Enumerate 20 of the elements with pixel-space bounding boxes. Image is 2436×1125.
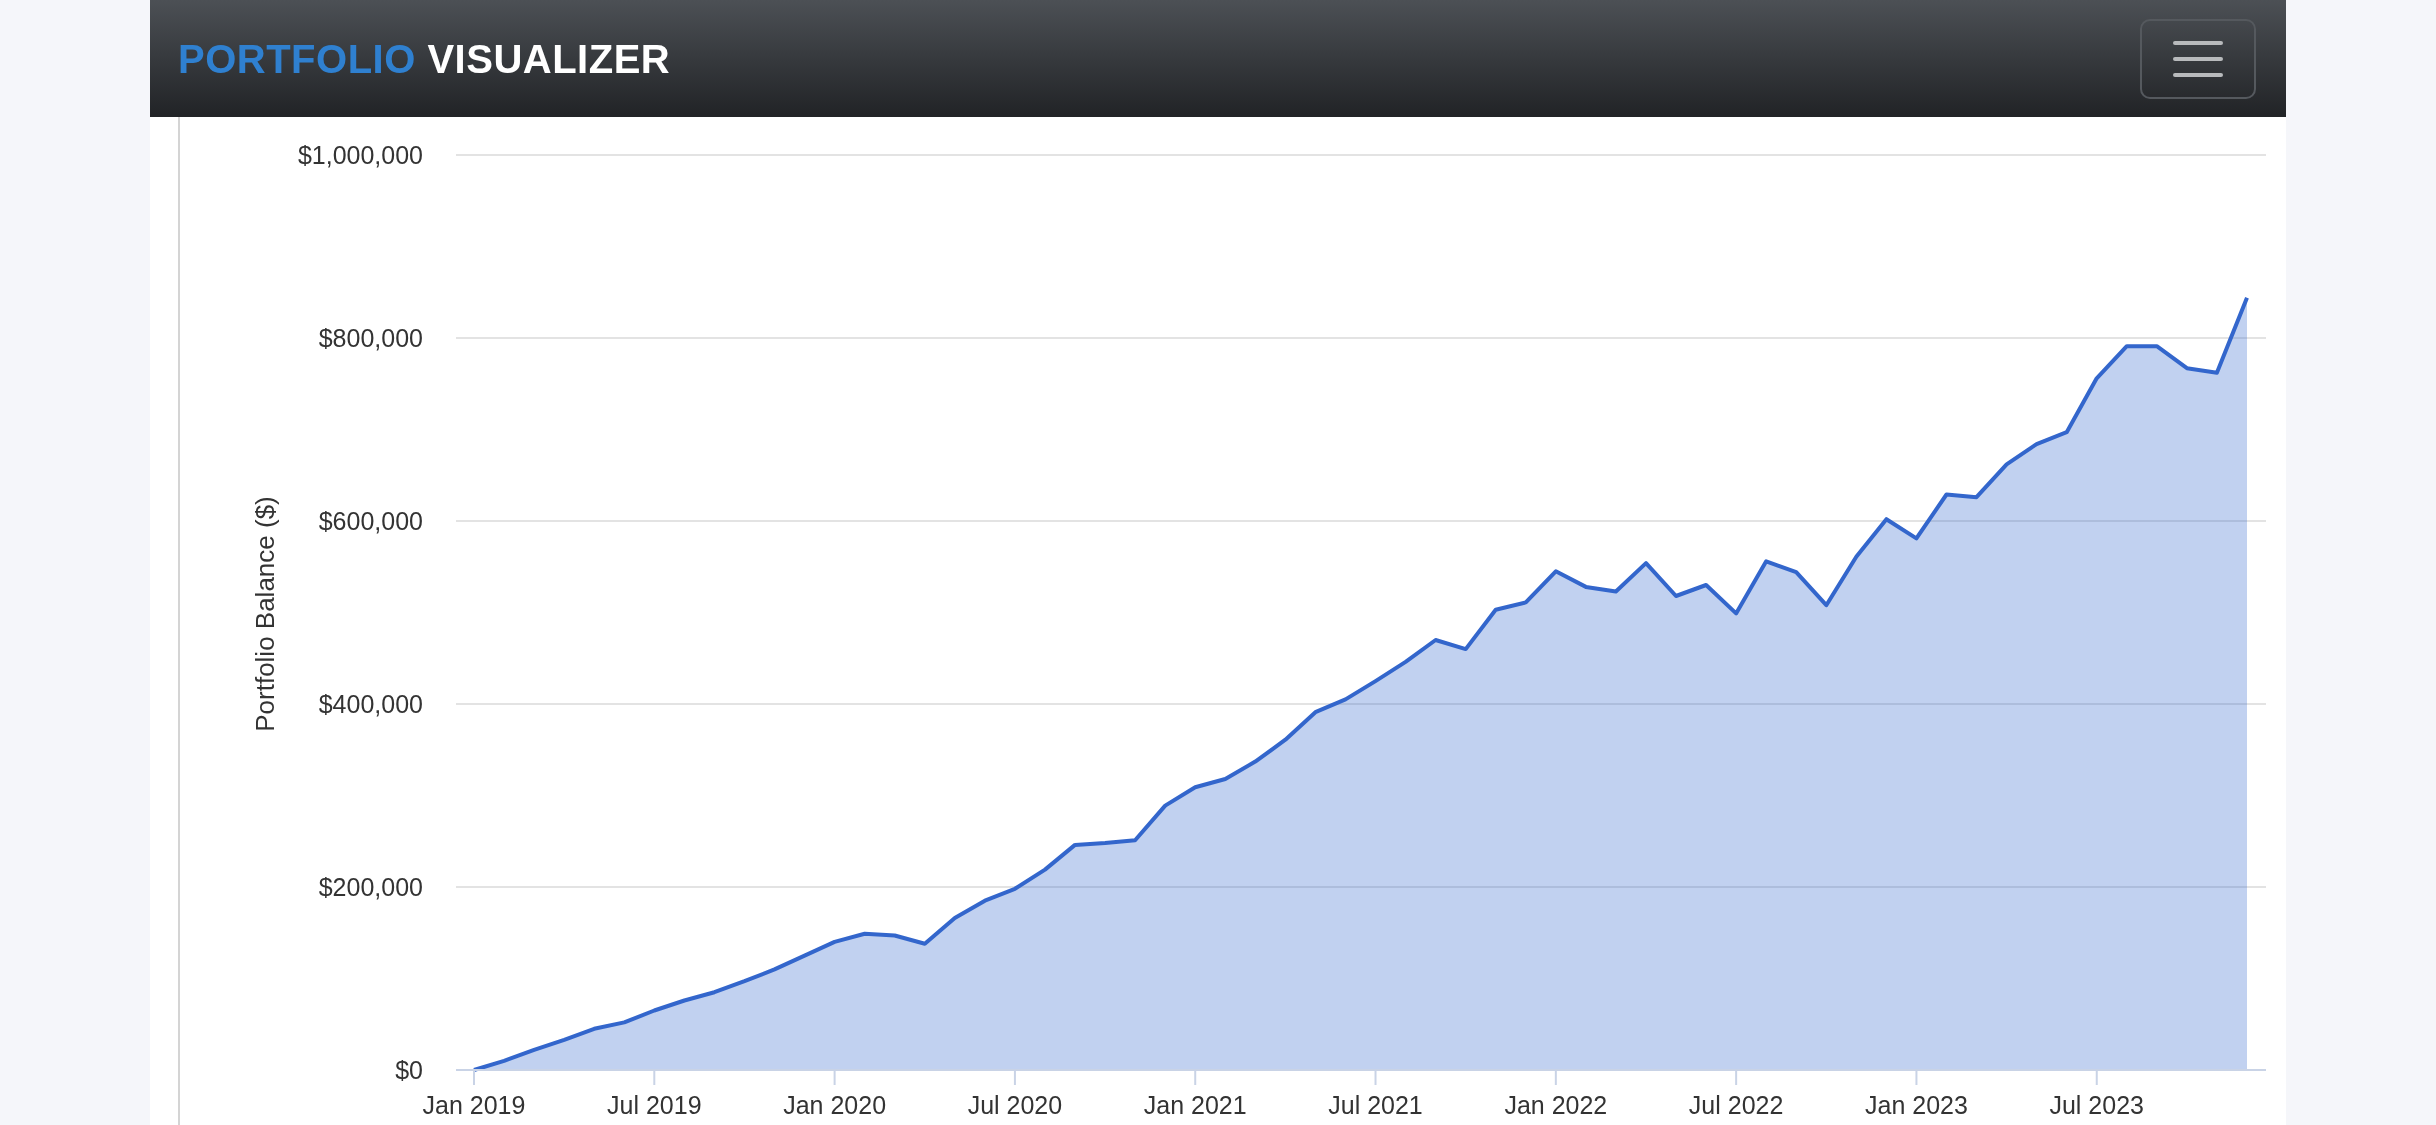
x-axis-tick-label: Jul 2023: [2049, 1091, 2144, 1119]
x-axis-tick-label: Jan 2022: [1504, 1091, 1608, 1119]
x-axis-tick-label: Jan 2020: [783, 1091, 887, 1119]
menu-toggle-button[interactable]: [2140, 18, 2256, 99]
y-axis-tick-label: $600,000: [318, 507, 423, 535]
brand-logo[interactable]: PORTFOLIO VISUALIZER: [178, 28, 671, 89]
y-axis-tick-label: $400,000: [318, 690, 423, 718]
x-axis-tick-label: Jan 2019: [422, 1091, 526, 1119]
y-axis-title: Portfolio Balance ($): [250, 496, 280, 732]
x-axis-tick-label: Jan 2023: [1865, 1091, 1968, 1119]
y-axis-tick-label: $1,000,000: [297, 141, 423, 169]
menu-icon: [2172, 38, 2224, 79]
x-axis-tick-label: Jul 2019: [607, 1091, 702, 1119]
y-axis-tick-label: $200,000: [318, 873, 423, 901]
y-axis-tick-label: $0: [395, 1056, 423, 1084]
y-axis-tick-label: $800,000: [318, 324, 423, 352]
x-axis-tick-label: Jul 2022: [1688, 1091, 1784, 1119]
x-axis-tick-label: Jul 2020: [967, 1091, 1063, 1119]
x-axis-tick-label: Jul 2021: [1328, 1091, 1423, 1119]
x-axis-tick-label: Jan 2021: [1143, 1091, 1247, 1119]
